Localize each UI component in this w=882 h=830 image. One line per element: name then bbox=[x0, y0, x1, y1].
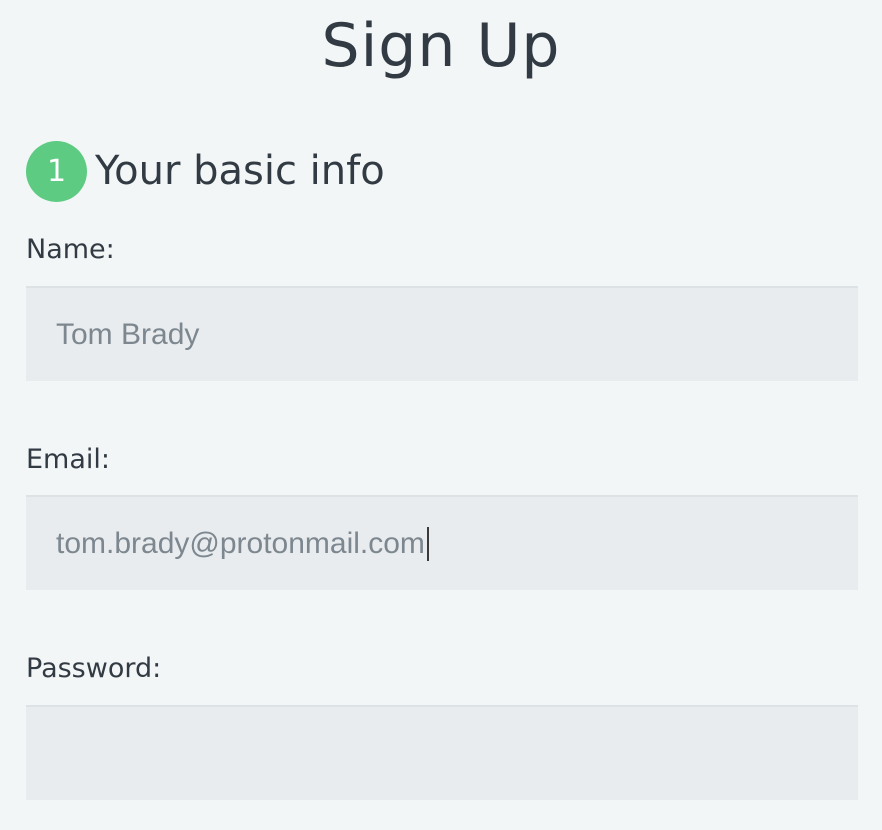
password-label: Password: bbox=[26, 653, 162, 684]
section-title: Your basic info bbox=[95, 148, 385, 194]
name-field-value: Tom Brady bbox=[56, 317, 200, 351]
email-field-value-wrap: tom.brady@protonmail.com bbox=[56, 497, 429, 590]
email-label: Email: bbox=[26, 444, 111, 475]
step-number-badge: 1 bbox=[26, 140, 87, 202]
page-title: Sign Up bbox=[321, 11, 561, 81]
password-field[interactable] bbox=[26, 705, 858, 800]
text-cursor bbox=[426, 526, 429, 561]
name-field[interactable]: Tom Brady bbox=[26, 286, 858, 381]
section-heading: 1 Your basic info bbox=[26, 140, 385, 202]
email-field-value: tom.brady@protonmail.com bbox=[56, 526, 425, 560]
email-field[interactable]: tom.brady@protonmail.com bbox=[26, 495, 858, 590]
name-label: Name: bbox=[26, 234, 115, 265]
